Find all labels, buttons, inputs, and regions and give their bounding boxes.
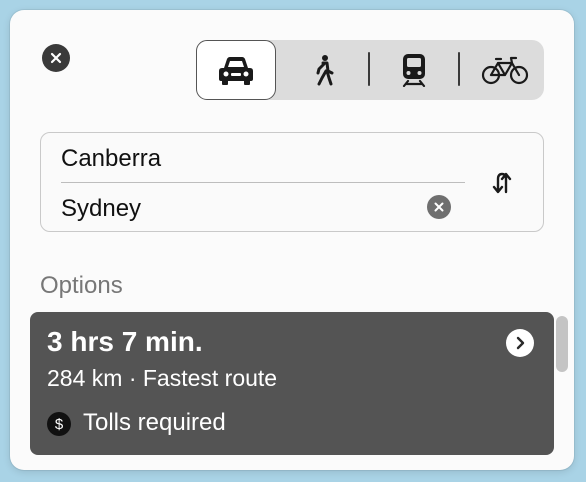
clear-icon xyxy=(434,202,444,212)
close-icon xyxy=(50,52,62,64)
dollar-icon: $ xyxy=(47,412,71,436)
route-option-card[interactable]: 3 hrs 7 min. 284 km · Fastest route $ To… xyxy=(30,312,554,455)
mode-separator xyxy=(368,52,370,86)
route-input-box: Canberra Sydney xyxy=(40,132,544,232)
train-icon xyxy=(402,54,426,87)
car-icon xyxy=(219,57,253,85)
clear-destination-button[interactable] xyxy=(427,195,451,219)
transport-mode-selector xyxy=(196,40,544,100)
chevron-right-icon xyxy=(516,336,525,350)
mode-cycle-button[interactable] xyxy=(466,40,544,100)
walk-icon xyxy=(316,55,334,86)
field-divider xyxy=(61,182,465,183)
bicycle-icon xyxy=(481,56,529,85)
route-details-button[interactable] xyxy=(506,329,534,357)
swap-icon xyxy=(492,172,512,194)
mode-separator xyxy=(458,52,460,86)
scrollbar-thumb[interactable] xyxy=(556,316,568,372)
origin-field[interactable]: Canberra xyxy=(61,145,161,173)
options-heading: Options xyxy=(40,272,123,299)
route-tolls-note: Tolls required xyxy=(83,409,226,436)
mode-car-button[interactable] xyxy=(196,40,276,100)
route-distance: 284 km · Fastest route xyxy=(47,365,278,391)
directions-panel: Canberra Sydney Options 3 hrs 7 min. 284… xyxy=(10,10,574,470)
mode-walk-button[interactable] xyxy=(286,40,362,100)
route-duration: 3 hrs 7 min. xyxy=(47,326,203,357)
mode-transit-button[interactable] xyxy=(376,40,452,100)
swap-route-button[interactable] xyxy=(489,169,517,197)
close-button[interactable] xyxy=(42,44,70,72)
destination-field[interactable]: Sydney xyxy=(61,195,141,223)
